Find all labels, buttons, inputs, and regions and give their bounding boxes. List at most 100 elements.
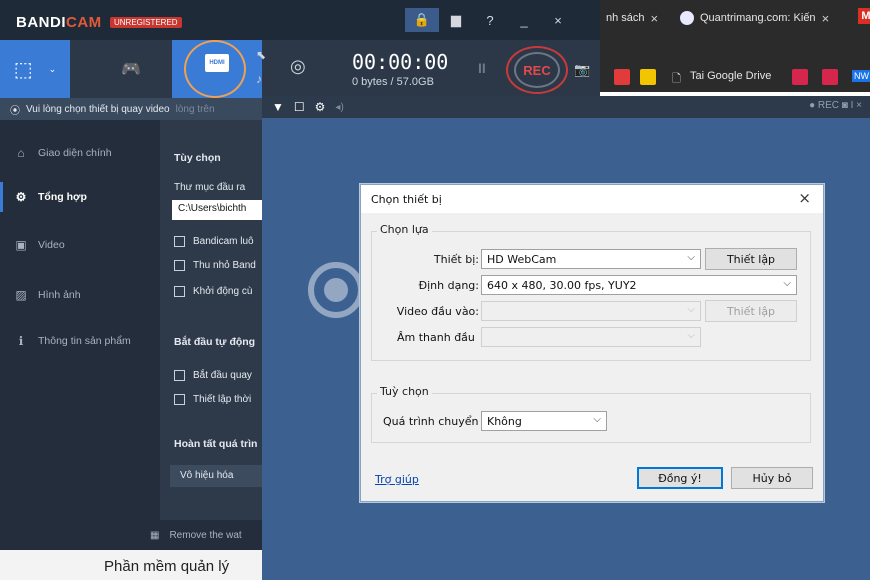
highlight-circle [184,40,246,98]
auto-start-checkbox-row[interactable]: Bắt đầu quay [174,370,252,381]
rec-button[interactable]: REC [506,46,568,94]
tab-close-icon[interactable]: × [822,11,830,26]
home-icon: ⌂ [17,146,25,160]
minimize-button[interactable]: _ [507,8,541,32]
webcam-status-icon: ⦿ [10,105,20,117]
remove-watermark-bar[interactable]: ▦ Remove the wat [0,520,262,550]
auto-start-checkbox-row[interactable]: Thiết lập thời [174,394,251,405]
audio-input-select[interactable]: ⌵ [481,327,701,347]
chevron-down-icon: ⌵ [687,304,695,315]
transition-select-value: Không [487,415,522,428]
device-select-value: HD WebCam [487,253,557,266]
bookmark-icon[interactable] [614,69,630,85]
audio-input-label: Âm thanh đầu [397,331,475,344]
browser-tab-1[interactable]: nh sách × [606,0,658,36]
page-heading-fragment: Phần mềm quản lý [104,558,230,575]
webcam-overlay-toolbar: ▼ ☐ ⚙ ◂) ● REC ◙ I × [262,96,870,118]
lock-icon[interactable]: 🔒 [405,8,439,32]
options-group-label: Tuỳ chọn [377,385,432,398]
sidebar-item-about[interactable]: ℹ Thông tin sản phẩm [0,326,160,356]
chevron-down-icon[interactable]: ⌄ [49,64,57,75]
status-text: Vui lòng chọn thiết bị quay video [26,103,170,115]
bookmark-file-icon: 🗋 [672,73,681,85]
window-icon[interactable]: ☐ [294,100,305,114]
help-link[interactable]: Trợ giúp [375,473,419,486]
game-mode-button[interactable]: 🎮 [104,40,158,98]
gear-icon[interactable]: ⚙ [315,100,326,114]
tab-close-icon[interactable]: × [651,11,659,26]
webcam-icon[interactable]: ◎ [290,56,306,77]
format-select-value: 640 x 480, 30.00 fps, YUY2 [487,279,637,292]
screenshot-icon[interactable]: 📷 [574,62,590,78]
pause-button[interactable]: II [478,60,486,76]
sidebar-item-label: Tổng hợp [38,191,87,203]
transition-select[interactable]: Không ⌵ [481,411,607,431]
dialog-titlebar: Chọn thiết bị [361,185,823,213]
bookmark-icon[interactable] [640,69,656,85]
unregistered-badge[interactable]: UNREGISTERED [110,17,182,28]
cursor-icon[interactable]: ⬉ [256,48,266,62]
bandicam-logo: BANDICAM [16,14,102,31]
watermark-icon: ▦ [150,529,160,541]
watermark-bulb-icon [324,278,348,302]
format-label: Định dạng: [418,279,479,292]
bookmark-icon[interactable] [792,69,808,85]
dialog-close-icon[interactable]: × [798,189,811,207]
option-checkbox-row[interactable]: Thu nhỏ Band [174,260,256,271]
bandicam-titlebar: BANDICAM UNREGISTERED 🔒 ▆ ? _ × [0,0,600,40]
output-folder-input[interactable]: C:\Users\bichth [172,200,262,220]
sidebar-item-label: Thông tin sản phẩm [38,335,131,347]
option-checkbox-row[interactable]: Bandicam luô [174,236,254,247]
option-checkbox-row[interactable]: Khởi động cù [174,286,252,297]
sidebar-item-label: Hình ảnh [38,289,81,301]
gmail-tab-icon[interactable]: M [858,8,870,24]
help-icon[interactable]: ? [473,8,507,32]
checkbox[interactable] [174,286,185,297]
bookmark-nw[interactable]: NW [852,70,870,82]
ok-button[interactable]: Đồng ý! [637,467,723,489]
settings-content: Tùy chọn Thư mục đầu ra C:\Users\bichth … [160,120,262,520]
checkbox-label: Bắt đầu quay [193,370,252,381]
device-setup-button[interactable]: Thiết lập [705,248,797,270]
device-mode-button[interactable]: HDMI [172,40,262,98]
device-label: Thiết bị: [433,253,479,266]
file-size-readout: 0 bytes / 57.0GB [352,76,434,88]
folder-icon[interactable]: ▆ [439,8,473,32]
checkbox[interactable] [174,394,185,405]
browser-tab-1-label: nh sách [606,12,645,24]
checkbox-label: Khởi động cù [193,286,253,297]
audio-icon[interactable]: ◂) [335,102,343,113]
cancel-button[interactable]: Hủy bỏ [731,467,813,489]
complete-action-dropdown[interactable]: Vô hiệu hóa [170,465,262,487]
browser-tab-2-label: Quantrimang.com: Kiến [700,12,816,24]
microphone-icon[interactable]: ♪ [256,72,262,86]
remove-watermark-text: Remove the wat [169,529,242,541]
sidebar-item-general[interactable]: ⚙ Tổng hợp [0,182,160,212]
screen-mode-button[interactable]: ⬚ ⌄ [0,40,70,98]
checkbox[interactable] [174,236,185,247]
chevron-down-icon: ⌵ [593,414,601,425]
sidebar-item-home[interactable]: ⌂ Giao diện chính [0,138,160,168]
video-input-setup-button[interactable]: Thiết lập [705,300,797,322]
video-input-select[interactable]: ⌵ [481,301,701,321]
checkbox[interactable] [174,370,185,381]
bandicam-toolbar: ⬚ ⌄ 🎮 HDMI ⬉ ♪ ◎ 00:00:00 0 bytes / 57.0… [0,40,600,98]
video-icon: ▣ [15,238,27,252]
sidebar-item-image[interactable]: ▨ Hình ảnh [0,280,160,310]
close-button[interactable]: × [541,8,575,32]
browser-tab-2[interactable]: Quantrimang.com: Kiến × [680,0,858,36]
status-bar: ⦿ Vui lòng chọn thiết bị quay video lòng… [0,98,262,120]
checkbox[interactable] [174,260,185,271]
rec-label: REC [514,52,560,88]
format-select[interactable]: 640 x 480, 30.00 fps, YUY2 ⌵ [481,275,797,295]
device-select[interactable]: HD WebCam ⌵ [481,249,701,269]
bookmark-icon[interactable] [822,69,838,85]
dialog-title: Chọn thiết bị [371,193,442,206]
dropdown-icon[interactable]: ▼ [272,100,284,114]
complete-title: Hoàn tất quá trìn [174,438,258,450]
sidebar-item-video[interactable]: ▣ Video [0,230,160,260]
checkbox-label: Bandicam luô [193,236,254,247]
recording-timer: 00:00:00 [352,50,449,74]
bookmark-google-drive[interactable]: Tai Google Drive [690,70,771,82]
overlay-rec-info: ● REC ◙ I × [809,100,862,111]
